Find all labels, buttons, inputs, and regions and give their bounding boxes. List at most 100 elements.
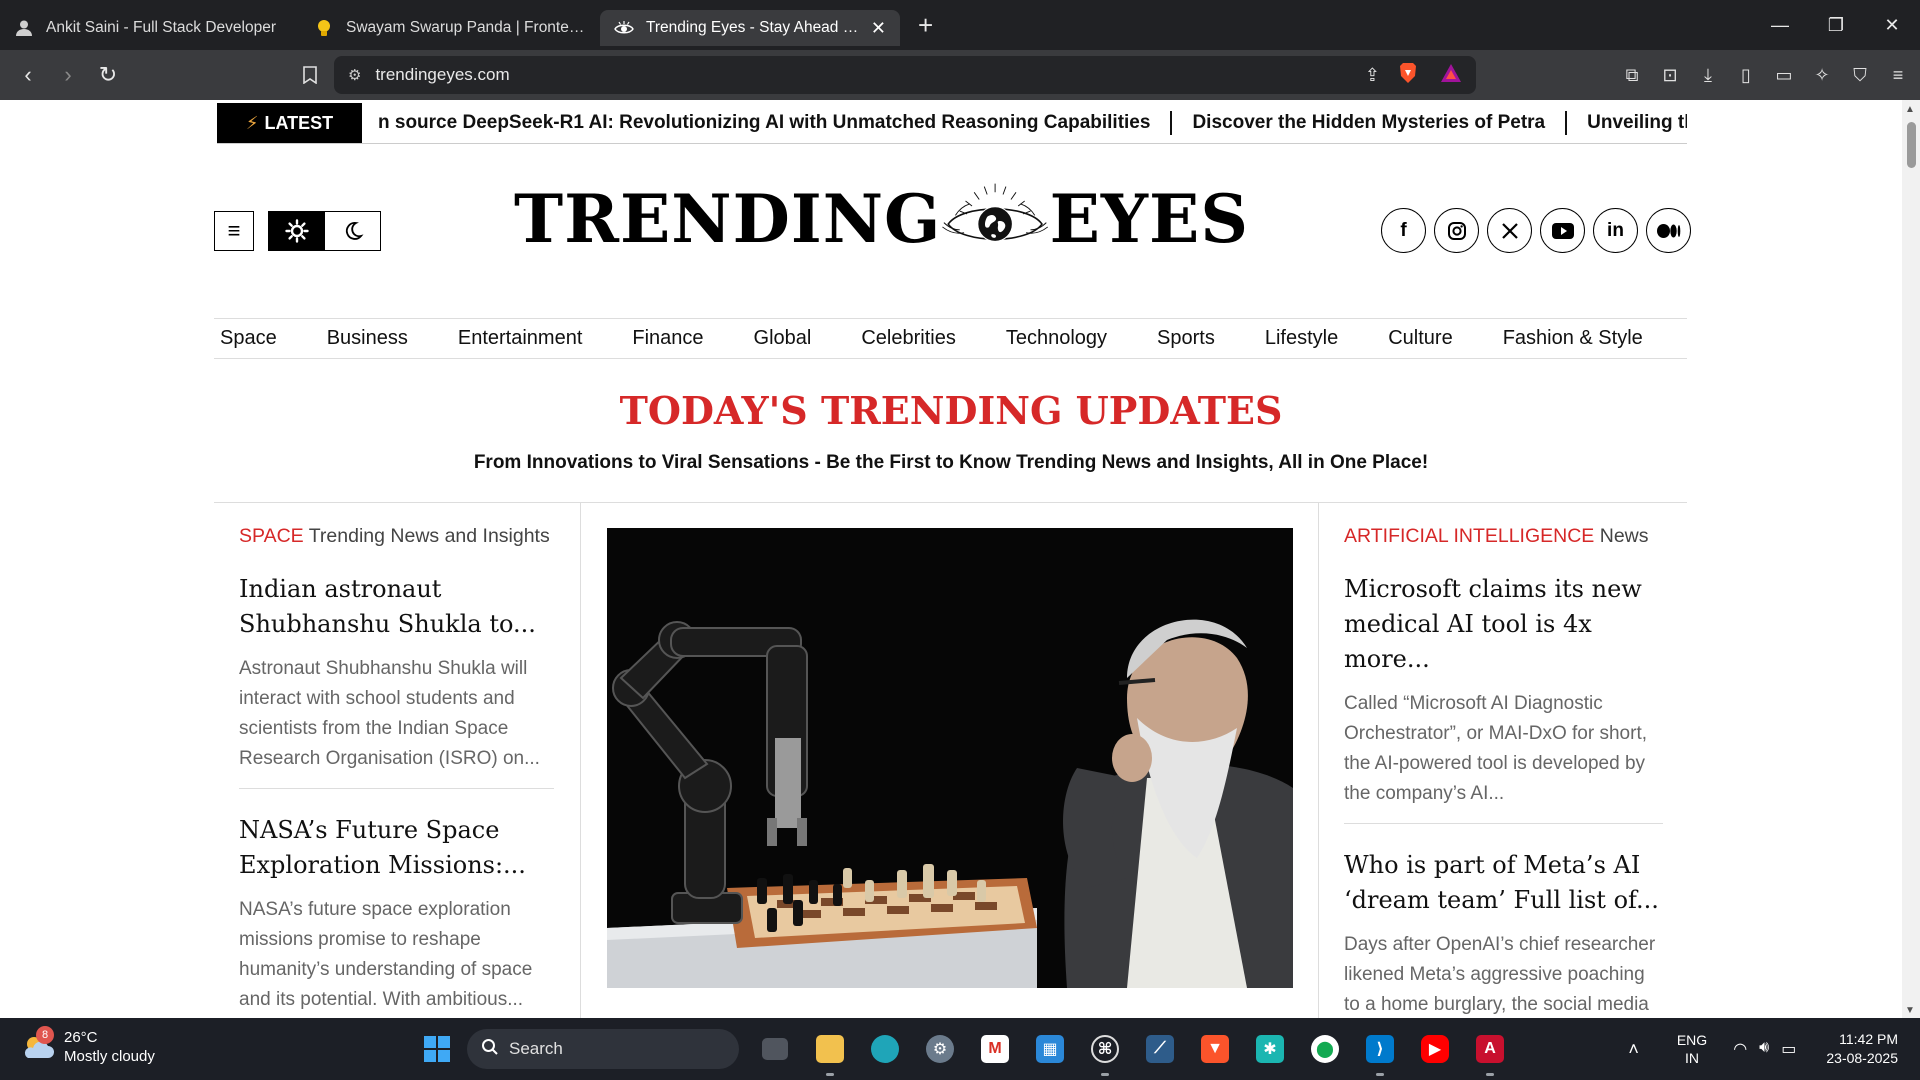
lightbulb-icon [314,18,334,38]
section-heading[interactable]: ARTIFICIAL INTELLIGENCE News [1344,525,1663,548]
article-title[interactable]: Who is part of Meta’s AI ‘dream team’ Fu… [1344,848,1663,918]
nav-item-global[interactable]: Global [754,327,812,350]
language-indicator[interactable]: ENG IN [1677,1031,1707,1067]
acrobat-reader-icon[interactable]: A [1467,1028,1513,1076]
battery-icon[interactable]: ▭ [1781,1039,1796,1059]
facebook-icon[interactable]: f [1381,208,1426,253]
ticker-item[interactable]: Unveiling the $500 Billion Stargat [1567,111,1687,135]
nav-item-lifestyle[interactable]: Lifestyle [1265,327,1338,350]
reload-icon[interactable]: ↻ [90,57,126,93]
taskbar-search[interactable]: Search [467,1029,739,1069]
social-links: f in [1381,208,1691,253]
youtube-icon[interactable] [1540,208,1585,253]
scroll-down-icon[interactable]: ▼ [1905,1005,1915,1016]
vpn-icon[interactable]: ⛉ [1844,59,1876,91]
article-card[interactable]: Indian astronaut Shubhanshu Shukla to...… [239,572,554,789]
article-excerpt: Astronaut Shubhanshu Shukla will interac… [239,658,540,769]
page-scrollbar[interactable]: ▲ ▼ [1902,100,1920,1018]
nav-item-culture[interactable]: Culture [1388,327,1452,350]
lightning-icon: ⚡ [245,112,259,133]
nav-item-finance[interactable]: Finance [632,327,703,350]
nav-item-sports[interactable]: Sports [1157,327,1215,350]
task-view-icon[interactable] [752,1028,798,1070]
system-tray: ˄ ENG IN ◠ 🔊︎ ▭ 11:42 PM 23-08-2025 [1628,1018,1920,1080]
article-title[interactable]: Microsoft claims its new medical AI tool… [1344,572,1663,677]
site-logo[interactable]: TRENDING EYES [514,164,1249,274]
clock[interactable]: 11:42 PM 23-08-2025 [1826,1030,1898,1068]
nav-item-technology[interactable]: Technology [1006,327,1107,350]
article-title[interactable]: Indian astronaut Shubhanshu Shukla to... [239,572,554,642]
app-teal-icon[interactable]: ✱ [1247,1028,1293,1070]
share-icon[interactable]: ⇪ [1365,65,1380,86]
featured-column [581,503,1318,1018]
bookmark-icon[interactable] [292,57,328,93]
restore-icon[interactable]: ❐ [1808,0,1864,50]
article-card[interactable]: NASA’s Future Space Exploration Missions… [239,813,554,1018]
article-title[interactable]: NASA’s Future Space Exploration Missions… [239,813,554,883]
start-windows-icon[interactable] [414,1028,460,1070]
latest-ticker: ⚡ LATEST n source DeepSeek-R1 AI: Revolu… [217,103,1687,144]
logo-text-left: TRENDING [514,180,942,258]
youtube-app-icon[interactable]: ▶ [1412,1028,1458,1070]
edge-browser-icon[interactable] [862,1028,908,1070]
brave-browser-icon[interactable]: ▼ [1192,1028,1238,1070]
nav-item-space[interactable]: Space [220,327,277,350]
nav-item-celebrities[interactable]: Celebrities [861,327,955,350]
wallet-icon[interactable]: ▭ [1768,59,1800,91]
weather-widget[interactable]: 8 26°C Mostly cloudy [22,1026,155,1066]
page-title: TODAY'S TRENDING UPDATES [619,388,1283,433]
brave-shields-icon[interactable] [1398,62,1418,89]
tab-trending-eyes[interactable]: Trending Eyes - Stay Ahead With ✕ [600,10,900,46]
ticker-item[interactable]: Discover the Hidden Mysteries of Petra [1172,111,1568,135]
nav-item-fashion-style[interactable]: Fashion & Style [1503,327,1643,350]
article-card[interactable]: Who is part of Meta’s AI ‘dream team’ Fu… [1344,848,1663,1018]
microsoft-store-icon[interactable]: ▦ [1027,1028,1073,1070]
vscode-icon[interactable]: ⟩ [1357,1028,1403,1076]
dark-mode-moon-icon[interactable] [325,212,380,250]
download-icon[interactable]: ⤓ [1692,59,1724,91]
wifi-icon[interactable]: ◠ [1733,1039,1747,1059]
minimize-icon[interactable]: — [1752,0,1808,50]
linkedin-icon[interactable]: in [1593,208,1638,253]
featured-image[interactable] [607,528,1293,988]
mysql-workbench-icon[interactable]: ⟋ [1137,1028,1183,1070]
chatgpt-icon[interactable]: ⌘ [1082,1028,1128,1076]
file-explorer-icon[interactable] [807,1028,853,1076]
extensions-icon[interactable]: ⧉ [1616,59,1648,91]
nav-item-entertainment[interactable]: Entertainment [458,327,583,350]
settings-gear-icon[interactable]: ⚙ [917,1028,963,1070]
site-settings-icon[interactable]: ⚙ [348,66,361,84]
light-mode-sun-icon[interactable] [269,212,325,250]
close-window-icon[interactable]: ✕ [1864,0,1920,50]
gmail-icon[interactable]: M [972,1028,1018,1070]
back-icon[interactable]: ‹ [10,57,46,93]
weather-badge: 8 [36,1026,54,1044]
tab-ankit-saini[interactable]: Ankit Saini - Full Stack Developer [0,10,300,46]
article-card[interactable]: Microsoft claims its new medical AI tool… [1344,572,1663,824]
mongodb-compass-icon[interactable]: ⬤ [1302,1028,1348,1070]
volume-icon[interactable]: 🔊︎ [1759,1039,1769,1059]
instagram-icon[interactable] [1434,208,1479,253]
new-tab-button[interactable]: + [918,12,933,38]
sidebar-icon[interactable]: ▯ [1730,59,1762,91]
nav-item-business[interactable]: Business [327,327,408,350]
x-twitter-icon[interactable] [1487,208,1532,253]
hamburger-menu-icon[interactable]: ≡ [214,211,254,251]
tab-swayam-panda[interactable]: Swayam Swarup Panda | Frontend De [300,10,600,46]
menu-icon[interactable]: ≡ [1882,59,1914,91]
ticker-item[interactable]: n source DeepSeek-R1 AI: Revolutionizing… [358,111,1173,135]
theme-toggle[interactable] [268,211,381,251]
scroll-up-icon[interactable]: ▲ [1905,104,1915,115]
article-excerpt: NASA’s future space exploration missions… [239,899,533,1010]
address-bar[interactable]: ⚙ trendingeyes.com ⇪ [334,56,1476,94]
leo-ai-icon[interactable]: ✧ [1806,59,1838,91]
close-tab-icon[interactable]: ✕ [871,18,886,39]
medium-icon[interactable] [1646,208,1691,253]
section-heading[interactable]: SPACE Trending News and Insights [239,525,554,548]
forward-icon[interactable]: › [50,57,86,93]
tab-title: Swayam Swarup Panda | Frontend De [346,19,586,36]
screenshot-search-icon[interactable]: ⊡ [1654,59,1686,91]
scrollbar-thumb[interactable] [1907,122,1916,168]
brave-rewards-icon[interactable] [1440,63,1462,88]
chevron-up-icon[interactable]: ˄ [1628,1039,1639,1060]
